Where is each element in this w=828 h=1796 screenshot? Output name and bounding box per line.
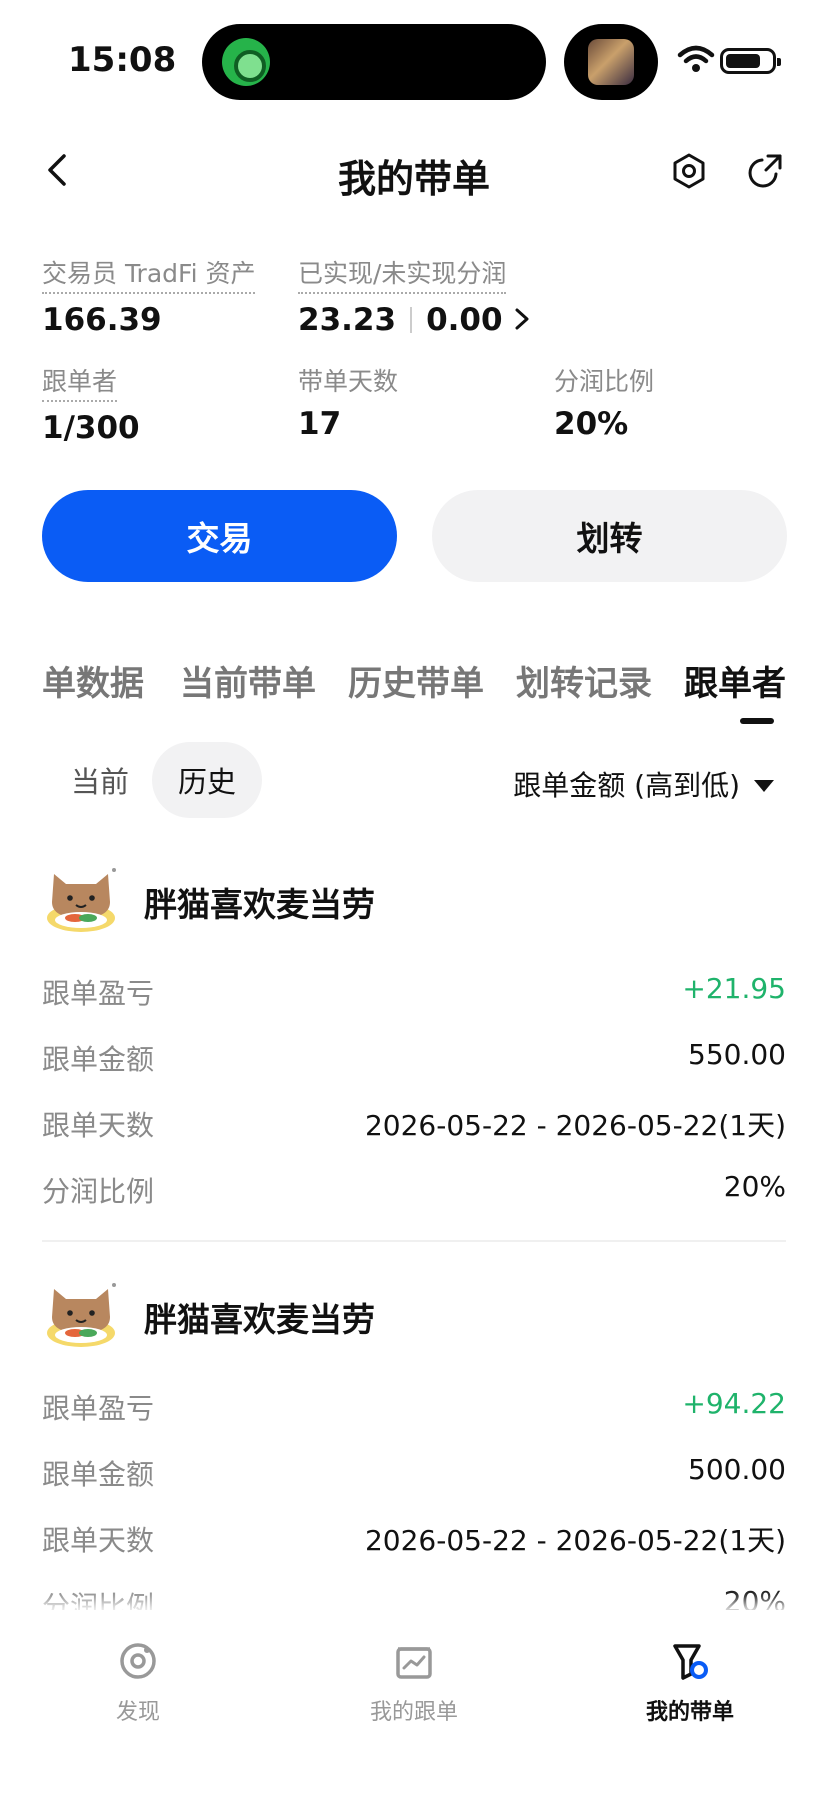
stat-followers-value: 1/300 [42,410,140,446]
row-label: 跟单天数 [42,1524,155,1557]
media-thumbnail-icon [588,39,634,85]
stat-ratio-label: 分润比例 [554,367,655,396]
stat-assets[interactable]: 交易员 TradFi 资产 166.39 [42,254,256,338]
row-follow-days: 跟单天数 2026-05-22 - 2026-05-22(1天) [42,1519,786,1559]
follower-name: 胖猫喜欢麦当劳 [144,885,375,924]
subtab-history[interactable]: 历史 [152,742,262,818]
follower-header[interactable]: 胖猫喜欢麦当劳 [42,860,786,940]
stat-days-label: 带单天数 [298,367,399,396]
row-label: 跟单盈亏 [42,1392,155,1425]
row-profit-ratio: 分润比例 20% [42,1170,786,1210]
follower-card: 胖猫喜欢麦当劳 跟单盈亏 +21.95 跟单金额 550.00 跟单天数 202… [42,860,786,1212]
row-label: 分润比例 [42,1175,155,1208]
bottom-nav: 发现 我的跟单 我的带单 [0,1610,828,1796]
transfer-button[interactable]: 划转 [432,490,787,582]
row-follow-amount: 跟单金额 550.00 [42,1038,786,1078]
stat-profit-value: 23.23 0.00 [298,302,533,338]
battery-icon [720,48,781,74]
realized-profit: 23.23 [298,302,397,338]
unrealized-profit: 0.00 [426,302,503,338]
chevron-right-icon [515,308,529,330]
tab-history-orders[interactable]: 历史带单 [348,656,484,705]
share-icon[interactable] [746,152,784,190]
follower-header[interactable]: 胖猫喜欢麦当劳 [42,1275,786,1355]
stat-days: 带单天数 17 [298,362,398,442]
sort-dropdown[interactable]: 跟单金额 (高到低) [513,764,774,804]
tab-indicator [740,718,774,724]
stat-assets-label: 交易员 TradFi 资产 [42,254,256,294]
follower-card: 胖猫喜欢麦当劳 跟单盈亏 +94.22 跟单金额 500.00 跟单天数 202… [42,1275,786,1627]
status-bar: 15:08 [0,0,828,110]
row-value: 2026-05-22 - 2026-05-22(1天) [364,1524,786,1557]
row-label: 跟单金额 [42,1458,155,1491]
row-follow-amount: 跟单金额 500.00 [42,1453,786,1493]
row-follow-days: 跟单天数 2026-05-22 - 2026-05-22(1天) [42,1104,786,1144]
dynamic-island-media [564,24,658,100]
stat-followers-label: 跟单者 [42,362,118,402]
cat-avatar-icon [47,1283,116,1347]
subtab-current[interactable]: 当前 [50,742,150,818]
tab-followers[interactable]: 跟单者 [684,656,786,705]
dynamic-island [202,24,546,100]
island-app-icon [222,38,270,86]
nav-my-follow[interactable]: 我的跟单 [334,1640,494,1726]
settings-icon[interactable] [670,152,708,190]
stat-profit[interactable]: 已实现/未实现分润 23.23 0.00 [298,254,533,338]
tab-order-data[interactable]: 单数据 [42,656,144,705]
wifi-icon [677,45,715,72]
row-value: +21.95 [682,972,786,1005]
status-time: 15:08 [68,40,177,80]
row-follow-pnl: 跟单盈亏 +21.95 [42,972,786,1012]
stat-ratio: 分润比例 20% [554,362,654,442]
nav-my-lead-label: 我的带单 [645,1700,734,1725]
nav-my-lead[interactable]: 我的带单 [610,1640,770,1726]
cat-avatar-icon [47,868,116,932]
trade-button[interactable]: 交易 [42,490,397,582]
card-divider [42,1240,786,1242]
row-follow-pnl: 跟单盈亏 +94.22 [42,1387,786,1427]
caret-down-icon [754,780,774,792]
row-value: 2026-05-22 - 2026-05-22(1天) [364,1109,786,1142]
stat-followers[interactable]: 跟单者 1/300 [42,362,140,446]
tab-bar: 单数据 当前带单 历史带单 划转记录 跟单者 [0,656,828,746]
row-value: 500.00 [688,1453,786,1486]
nav-discover[interactable]: 发现 [58,1640,218,1726]
stat-ratio-value: 20% [554,406,629,442]
sort-label: 跟单金额 (高到低) [513,769,740,802]
stat-profit-label: 已实现/未实现分润 [298,254,507,294]
row-value: 20% [723,1170,786,1203]
stat-assets-value: 166.39 [42,302,162,338]
nav-my-follow-label: 我的跟单 [369,1700,458,1725]
row-value: +94.22 [682,1387,786,1420]
lead-icon [673,1644,708,1680]
tab-transfer-records[interactable]: 划转记录 [516,656,652,705]
row-label: 跟单金额 [42,1043,155,1076]
subtab-bar: 当前 历史 跟单金额 (高到低) [0,742,828,820]
row-label: 跟单天数 [42,1109,155,1142]
nav-bar: 我的带单 [0,130,828,210]
follower-name: 胖猫喜欢麦当劳 [144,1300,375,1339]
row-label: 跟单盈亏 [42,977,155,1010]
nav-discover-label: 发现 [115,1700,160,1725]
stat-days-value: 17 [298,406,342,442]
discover-icon [120,1643,156,1679]
row-value: 550.00 [688,1038,786,1071]
separator [410,307,413,333]
tab-current-orders[interactable]: 当前带单 [180,656,316,705]
chart-icon [396,1647,432,1679]
